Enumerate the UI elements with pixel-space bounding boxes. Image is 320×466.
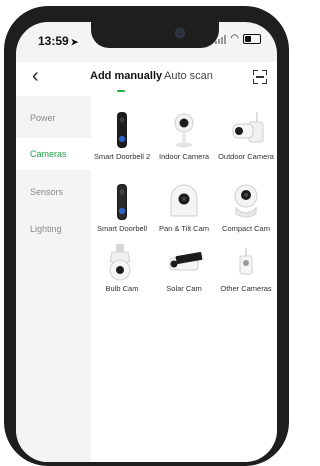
back-chevron-icon[interactable]: ‹ [32,66,39,86]
tab-add-manually[interactable]: Add manually [90,70,162,82]
active-tab-indicator [117,90,125,92]
solar-cam-icon [162,242,206,282]
qr-scan-icon[interactable] [253,70,267,84]
bulb-cam-icon [100,242,144,282]
top-bar: ‹ Add manually Auto scan [16,62,277,96]
sidebar-item-lighting[interactable]: Lighting [16,213,91,245]
sidebar-item-sensors[interactable]: Sensors [16,176,91,208]
status-time: 13:59 ➤ [38,34,79,48]
indoor-camera-icon [162,110,206,150]
wifi-icon: ◠ [230,33,239,44]
doorbell-icon [100,182,144,222]
product-indoor-camera[interactable]: Indoor Camera [153,110,215,162]
product-grid: Smart Doorbell 2 Indoor Camera Outdoor C… [91,96,277,462]
tab-auto-scan[interactable]: Auto scan [164,70,213,82]
product-smart-doorbell-2[interactable]: Smart Doorbell 2 [91,110,153,162]
sidebar-item-power[interactable]: Power [16,102,91,134]
front-camera-icon [175,28,185,38]
notch [91,22,219,48]
compact-cam-icon [224,182,268,222]
pan-tilt-cam-icon [162,182,206,222]
doorbell-2-icon [100,110,144,150]
app-screen: 13:59 ➤ ◠ ‹ Add manually Auto scan Power … [16,22,277,462]
status-icons: ◠ [215,34,261,44]
product-outdoor-camera[interactable]: Outdoor Camera [215,110,277,162]
outdoor-camera-icon [224,110,268,150]
product-smart-doorbell[interactable]: Smart Doorbell [91,182,153,234]
category-sidebar: Power Cameras Sensors Lighting [16,96,91,462]
battery-icon [243,34,261,44]
product-other-cameras[interactable]: Other Cameras [215,242,277,294]
location-arrow-icon: ➤ [70,37,79,47]
sidebar-item-cameras[interactable]: Cameras [16,138,91,170]
phone-frame: 13:59 ➤ ◠ ‹ Add manually Auto scan Power … [4,6,289,466]
cellular-signal-icon [215,34,227,44]
product-pan-tilt-cam[interactable]: Pan & Tilt Cam [153,182,215,234]
product-bulb-cam[interactable]: Bulb Cam [91,242,153,294]
product-solar-cam[interactable]: Solar Cam [153,242,215,294]
other-cameras-icon [224,242,268,282]
product-compact-cam[interactable]: Compact Cam [215,182,277,234]
